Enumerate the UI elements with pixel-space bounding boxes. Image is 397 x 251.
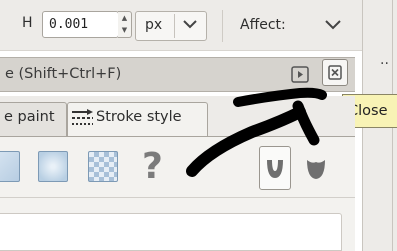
annotation-arrow bbox=[186, 87, 327, 177]
